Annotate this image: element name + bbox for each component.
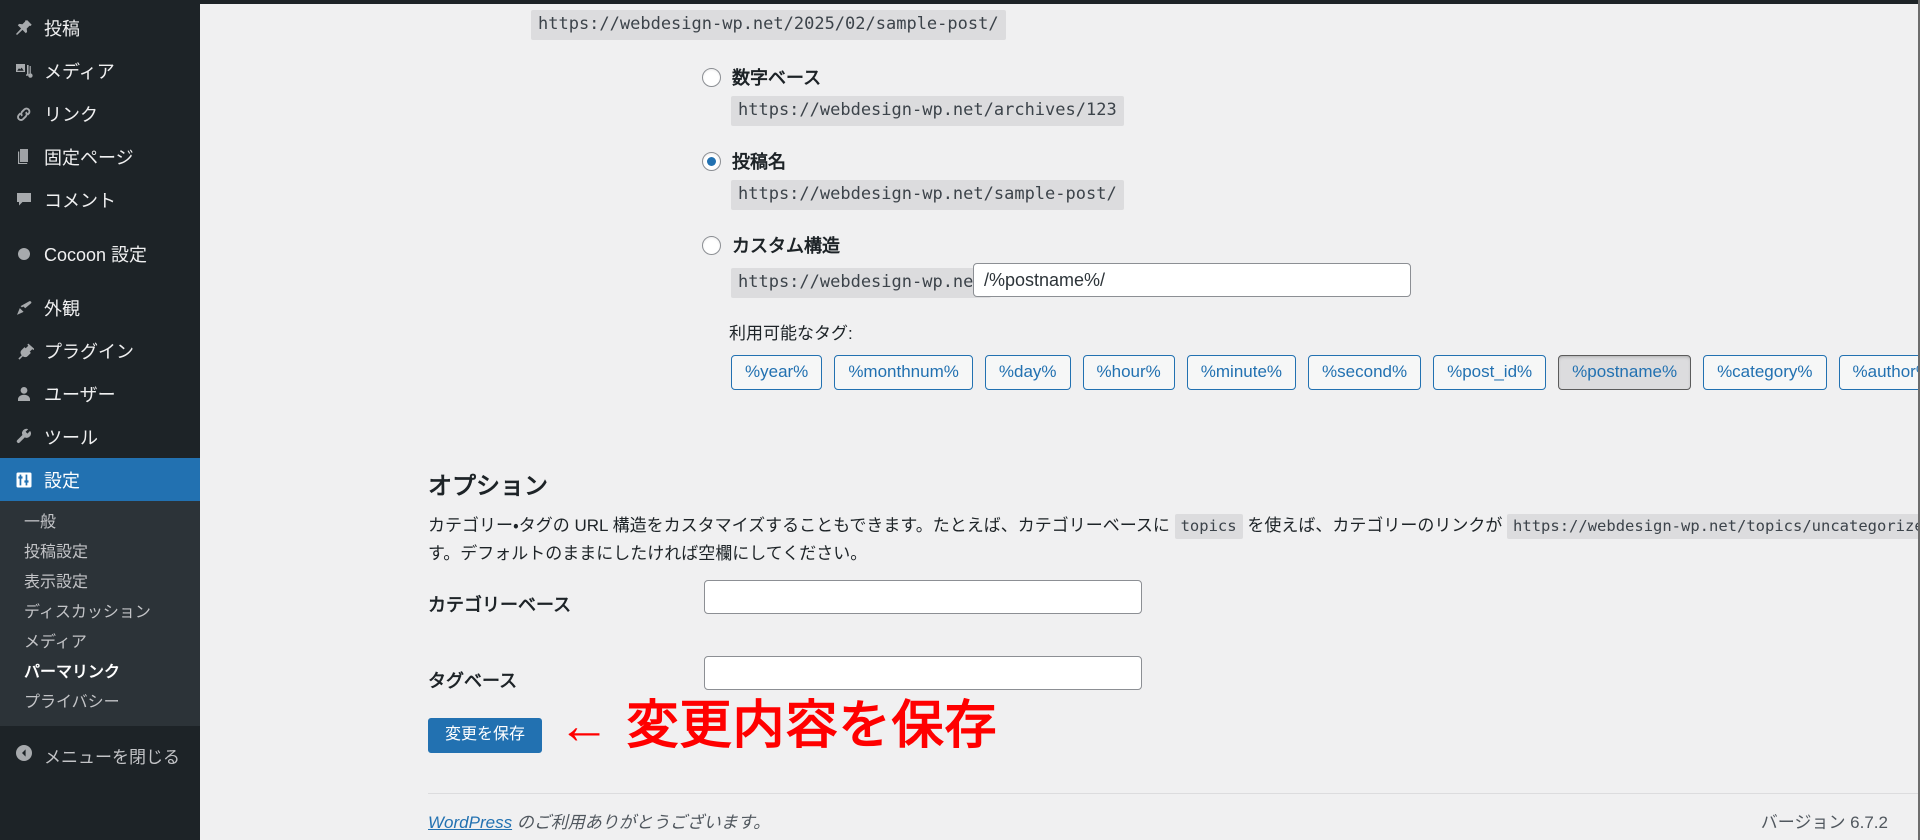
sidebar-item-links[interactable]: リンク bbox=[0, 92, 200, 135]
available-tags-label: 利用可能なタグ: bbox=[729, 324, 853, 343]
sidebar-item-media-settings[interactable]: メディア bbox=[0, 628, 200, 658]
radio-postname[interactable] bbox=[702, 151, 721, 171]
tag-button-author[interactable]: %author% bbox=[1838, 355, 1918, 391]
wrench-icon bbox=[14, 427, 44, 447]
radio-numeric[interactable] bbox=[702, 67, 721, 87]
sidebar-item-appearance[interactable]: 外観 bbox=[0, 286, 200, 329]
category-base-input[interactable] bbox=[704, 580, 1142, 614]
sidebar-item-label: リンク bbox=[44, 104, 98, 125]
sidebar-separator bbox=[0, 221, 200, 232]
sidebar-item-label: ツール bbox=[44, 427, 98, 448]
plug-icon bbox=[14, 341, 44, 361]
sidebar-item-privacy[interactable]: プライバシー bbox=[0, 688, 200, 718]
settings-icon bbox=[14, 470, 44, 490]
top-cutoff-strip bbox=[200, 0, 1918, 4]
tag-button-minute[interactable]: %minute% bbox=[1186, 355, 1297, 391]
tag-base-label: タグベース bbox=[428, 671, 518, 691]
permalink-option-numeric[interactable]: 数字ベース bbox=[702, 64, 821, 90]
sidebar-item-permalinks[interactable]: パーマリンク bbox=[0, 658, 200, 688]
radio-custom-structure[interactable] bbox=[702, 235, 721, 255]
tag-base-input[interactable] bbox=[704, 656, 1142, 690]
sidebar-item-settings[interactable]: 設定 bbox=[0, 458, 208, 501]
permalink-option-label: 数字ベース bbox=[732, 68, 822, 88]
sidebar-item-general[interactable]: 一般 bbox=[0, 508, 200, 538]
sidebar-item-label: 外観 bbox=[44, 298, 80, 319]
sidebar-item-plugins[interactable]: プラグイン bbox=[0, 329, 200, 372]
sidebar-item-media[interactable]: メディア bbox=[0, 49, 200, 92]
sidebar-separator bbox=[0, 275, 200, 286]
permalink-example-numeric: https://webdesign-wp.net/archives/123 bbox=[731, 96, 1124, 126]
tag-button-monthnum[interactable]: %monthnum% bbox=[834, 355, 973, 391]
sidebar-item-reading[interactable]: 表示設定 bbox=[0, 568, 200, 598]
sidebar-item-label: 固定ページ bbox=[44, 147, 134, 168]
tag-button-hour[interactable]: %hour% bbox=[1082, 355, 1175, 391]
sidebar-item-tools[interactable]: ツール bbox=[0, 415, 200, 458]
sidebar-item-label: Cocoon 設定 bbox=[44, 244, 148, 265]
brush-icon bbox=[14, 298, 44, 318]
footer-thanks-text: のご利用ありがとうございます。 bbox=[512, 813, 771, 832]
permalink-option-postname[interactable]: 投稿名 bbox=[702, 148, 786, 174]
permalink-example-code: https://webdesign-wp.net/sample-post/ bbox=[731, 180, 1124, 210]
footer-thanks: WordPress のご利用ありがとうございます。 bbox=[428, 808, 770, 833]
comment-icon bbox=[14, 190, 44, 210]
admin-sidebar: 投稿 メディア リンク 固定ページ コメント Cocoon 設定 外観 プラグイ… bbox=[0, 0, 208, 840]
collapse-menu-button[interactable]: メニューを閉じる bbox=[0, 734, 200, 777]
permalink-example-postname: https://webdesign-wp.net/sample-post/ bbox=[731, 180, 1124, 210]
desc-text-2: を使えば、カテゴリーのリンクが bbox=[1242, 516, 1508, 535]
settings-submenu: 一般 投稿設定 表示設定 ディスカッション メディア パーマリンク プライバシー bbox=[0, 501, 200, 726]
sidebar-item-posts[interactable]: 投稿 bbox=[0, 6, 200, 49]
wordpress-admin-screen: 投稿 メディア リンク 固定ページ コメント Cocoon 設定 外観 プラグイ… bbox=[0, 0, 1920, 840]
permalink-example-code: https://webdesign-wp.net bbox=[731, 268, 991, 298]
permalink-example-code: https://webdesign-wp.net/2025/02/sample-… bbox=[531, 10, 1006, 40]
options-section-title: オプション bbox=[428, 472, 548, 500]
permalink-option-label: 投稿名 bbox=[732, 152, 786, 172]
sidebar-item-label: ユーザー bbox=[44, 384, 116, 405]
sidebar-item-cocoon-settings[interactable]: Cocoon 設定 bbox=[0, 232, 200, 275]
sidebar-item-label: 投稿 bbox=[44, 18, 80, 39]
sidebar-item-label: メディア bbox=[44, 61, 115, 82]
available-tags-list: %year% %monthnum% %day% %hour% %minute% … bbox=[731, 355, 1918, 391]
sidebar-item-users[interactable]: ユーザー bbox=[0, 372, 200, 415]
permalink-option-custom[interactable]: カスタム構造 bbox=[702, 232, 840, 258]
tag-button-year[interactable]: %year% bbox=[731, 355, 823, 391]
sidebar-item-label: 設定 bbox=[44, 470, 80, 491]
wordpress-link[interactable]: WordPress bbox=[428, 813, 512, 832]
permalink-custom-prefix: https://webdesign-wp.net bbox=[731, 268, 991, 298]
sidebar-item-label: プラグイン bbox=[44, 341, 134, 362]
sidebar-item-comments[interactable]: コメント bbox=[0, 178, 200, 221]
desc-text-1: カテゴリー・タグの URL 構造をカスタマイズすることもできます。たとえば、カテ… bbox=[428, 516, 1175, 535]
circle-icon bbox=[14, 244, 44, 264]
user-icon bbox=[14, 384, 44, 404]
sidebar-item-writing[interactable]: 投稿設定 bbox=[0, 538, 200, 568]
tag-button-category[interactable]: %category% bbox=[1703, 355, 1827, 391]
save-changes-button[interactable]: 変更を保存 bbox=[428, 718, 543, 753]
tag-button-second[interactable]: %second% bbox=[1308, 355, 1422, 391]
pin-icon bbox=[14, 18, 44, 38]
permalink-example-code: https://webdesign-wp.net/archives/123 bbox=[731, 96, 1124, 126]
media-icon bbox=[14, 61, 44, 81]
sidebar-item-label: コメント bbox=[44, 190, 116, 211]
pages-icon bbox=[14, 147, 44, 167]
custom-structure-input[interactable] bbox=[973, 263, 1411, 297]
collapse-menu-label: メニューを閉じる bbox=[44, 748, 180, 767]
tag-button-post-id[interactable]: %post_id% bbox=[1433, 355, 1547, 391]
annotation-save-changes: ← 変更内容を保存 bbox=[558, 697, 998, 755]
sidebar-item-pages[interactable]: 固定ページ bbox=[0, 135, 200, 178]
collapse-arrow-icon bbox=[14, 743, 44, 768]
main-content: https://webdesign-wp.net/2025/02/sample-… bbox=[200, 0, 1918, 840]
options-section-description: カテゴリー・タグの URL 構造をカスタマイズすることもできます。たとえば、カテ… bbox=[428, 512, 1918, 567]
tag-button-day[interactable]: %day% bbox=[984, 355, 1071, 391]
permalink-option-label: カスタム構造 bbox=[732, 236, 840, 256]
category-base-label: カテゴリーベース bbox=[428, 595, 572, 615]
footer-divider bbox=[428, 793, 1918, 794]
tag-button-postname[interactable]: %postname% bbox=[1558, 355, 1692, 391]
desc-code-topics: topics bbox=[1174, 514, 1243, 540]
link-icon bbox=[14, 104, 44, 124]
sidebar-item-discussion[interactable]: ディスカッション bbox=[0, 598, 200, 628]
footer-version: バージョン 6.7.2 bbox=[1760, 813, 1888, 832]
desc-code-example-url: https://webdesign-wp.net/topics/uncatego… bbox=[1507, 514, 1918, 540]
permalink-example-day-and-name: https://webdesign-wp.net/2025/02/sample-… bbox=[531, 10, 1006, 40]
